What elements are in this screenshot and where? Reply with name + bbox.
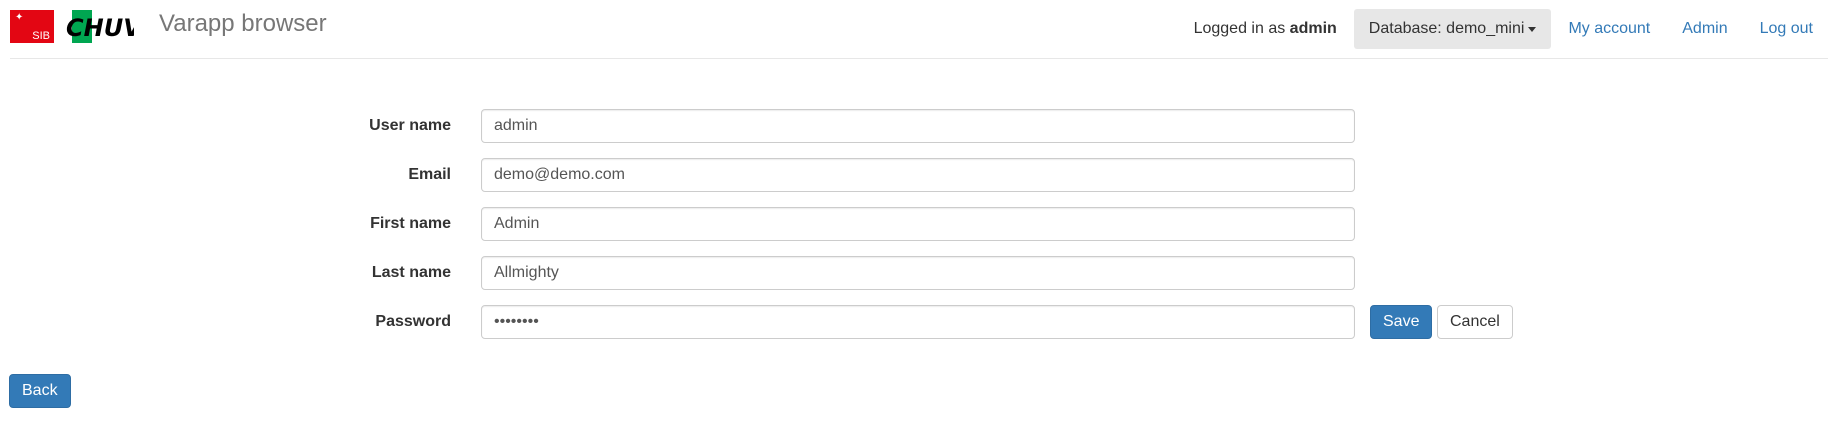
- caret-down-icon: [1528, 26, 1537, 32]
- last-name-input[interactable]: [481, 256, 1355, 290]
- sib-logo-text: SIB: [32, 30, 50, 42]
- cancel-button[interactable]: Cancel: [1437, 305, 1513, 339]
- email-input[interactable]: [481, 158, 1355, 192]
- last-name-label: Last name: [371, 264, 451, 281]
- first-name-input[interactable]: [481, 207, 1355, 241]
- logged-in-status: Logged in as admin: [1194, 20, 1337, 38]
- logged-in-prefix: Logged in as: [1193, 20, 1286, 37]
- username-label: User name: [369, 117, 451, 134]
- sib-logo[interactable]: ✦ SIB: [10, 10, 54, 43]
- password-input[interactable]: [481, 305, 1355, 339]
- form-row-username: User name: [0, 109, 1832, 145]
- form-row-first-name: First name: [0, 207, 1832, 243]
- sib-star-icon: ✦: [15, 12, 24, 23]
- email-label: Email: [408, 166, 451, 183]
- logout-link[interactable]: Log out: [1743, 20, 1828, 38]
- app-title[interactable]: Varapp browser: [159, 10, 327, 38]
- database-label: Database: demo_mini: [1368, 20, 1525, 37]
- form-row-email: Email: [0, 158, 1832, 194]
- first-name-label: First name: [370, 215, 451, 232]
- form-row-password: Password Save Cancel: [0, 305, 1832, 341]
- password-label: Password: [375, 313, 451, 330]
- chuv-logo[interactable]: CHUV: [66, 10, 134, 43]
- chuv-logo-text: CHUV: [66, 14, 134, 42]
- top-navbar: ✦ SIB CHUV Varapp browser Logged in as a…: [10, 0, 1828, 59]
- nav-right: Logged in as admin Database: demo_mini M…: [1194, 9, 1828, 49]
- my-account-link[interactable]: My account: [1551, 20, 1665, 38]
- logged-in-user: admin: [1289, 20, 1337, 37]
- admin-link[interactable]: Admin: [1665, 20, 1742, 38]
- username-input[interactable]: [481, 109, 1355, 143]
- database-dropdown[interactable]: Database: demo_mini: [1353, 9, 1552, 49]
- back-button[interactable]: Back: [9, 374, 71, 408]
- form-row-last-name: Last name: [0, 256, 1832, 292]
- save-button[interactable]: Save: [1370, 305, 1433, 339]
